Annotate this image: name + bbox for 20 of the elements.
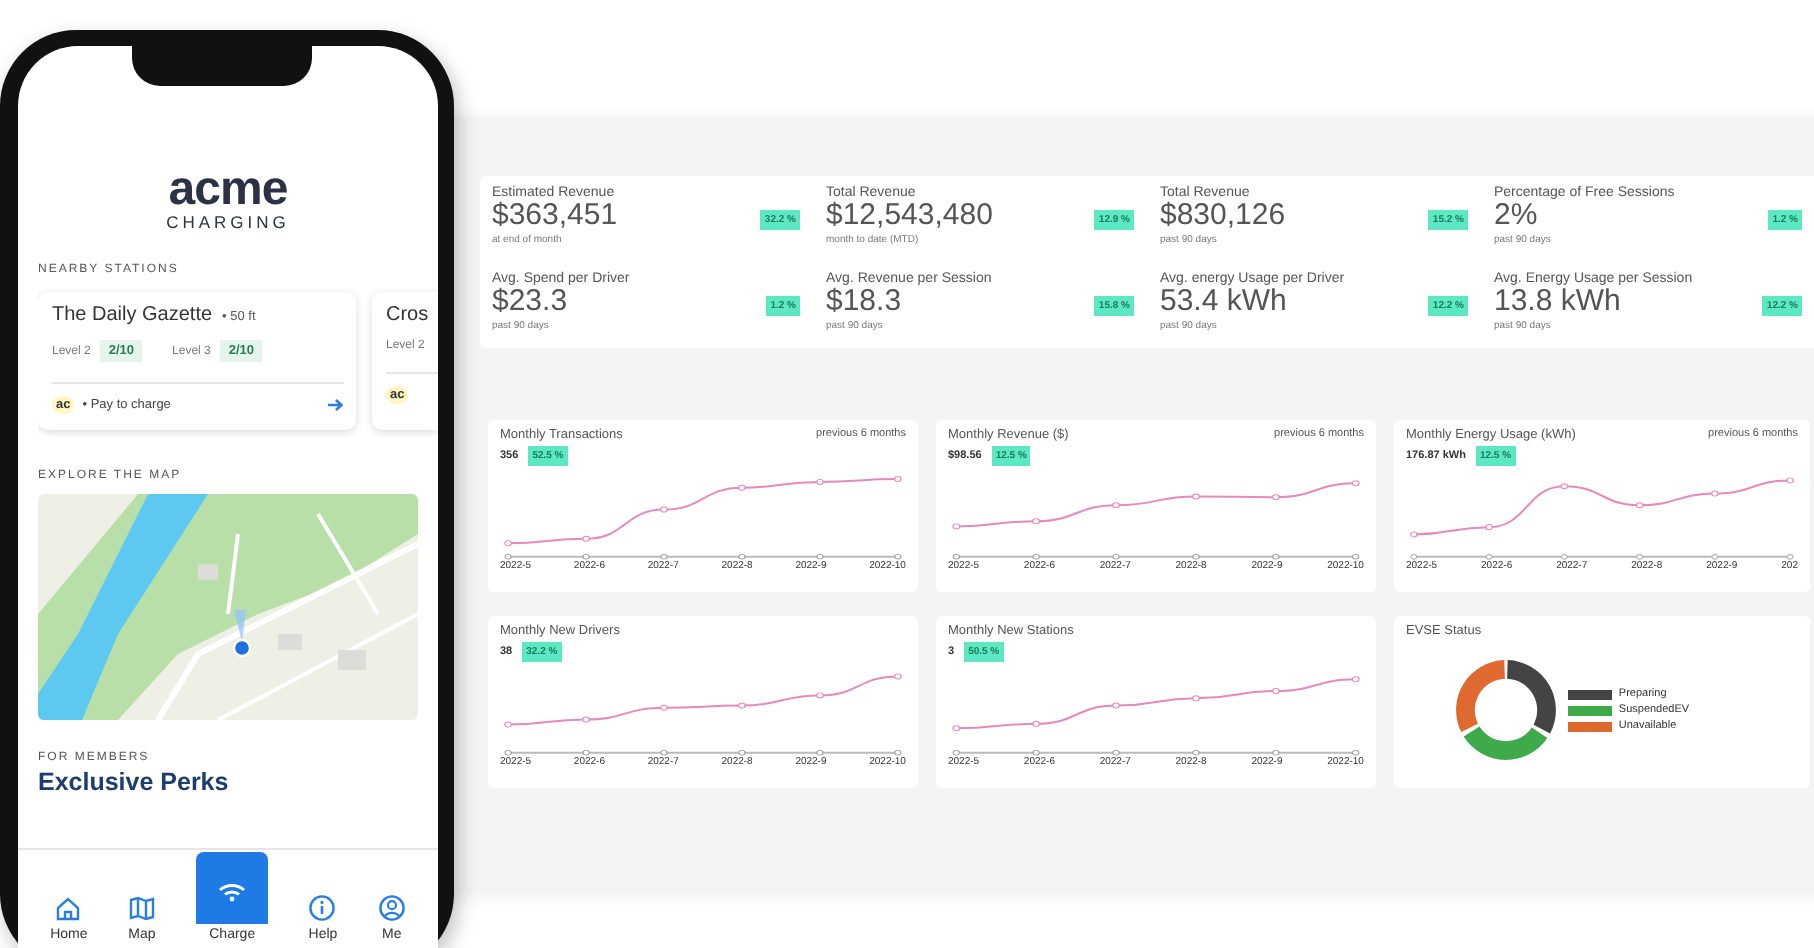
kpi-value: 2% (1494, 200, 1538, 232)
info-icon (308, 894, 337, 922)
logo-subtitle: CHARGING (166, 212, 290, 232)
station-name: Cros (386, 304, 429, 326)
station-name: The Daily Gazette (52, 304, 213, 326)
donut-chart-drawing (1454, 658, 1559, 762)
kpi-value: $830,126 (1160, 200, 1286, 232)
user-icon (377, 894, 406, 922)
section-title: Exclusive Perks (38, 768, 231, 796)
kpi-value: $12,543,480 (826, 200, 993, 232)
logo-wordmark: acme (168, 170, 288, 210)
wifi-icon (218, 882, 247, 902)
kpi-value: $18.3 (826, 286, 904, 318)
home-icon (54, 894, 83, 922)
kpi-value: $363,451 (492, 200, 618, 232)
arrow-right-icon[interactable] (328, 398, 344, 412)
map-icon (127, 894, 156, 922)
kpi-value: 53.4 kWh (1160, 286, 1287, 318)
kpi-value: 13.8 kWh (1494, 286, 1621, 318)
kpi-value: $23.3 (492, 286, 569, 318)
